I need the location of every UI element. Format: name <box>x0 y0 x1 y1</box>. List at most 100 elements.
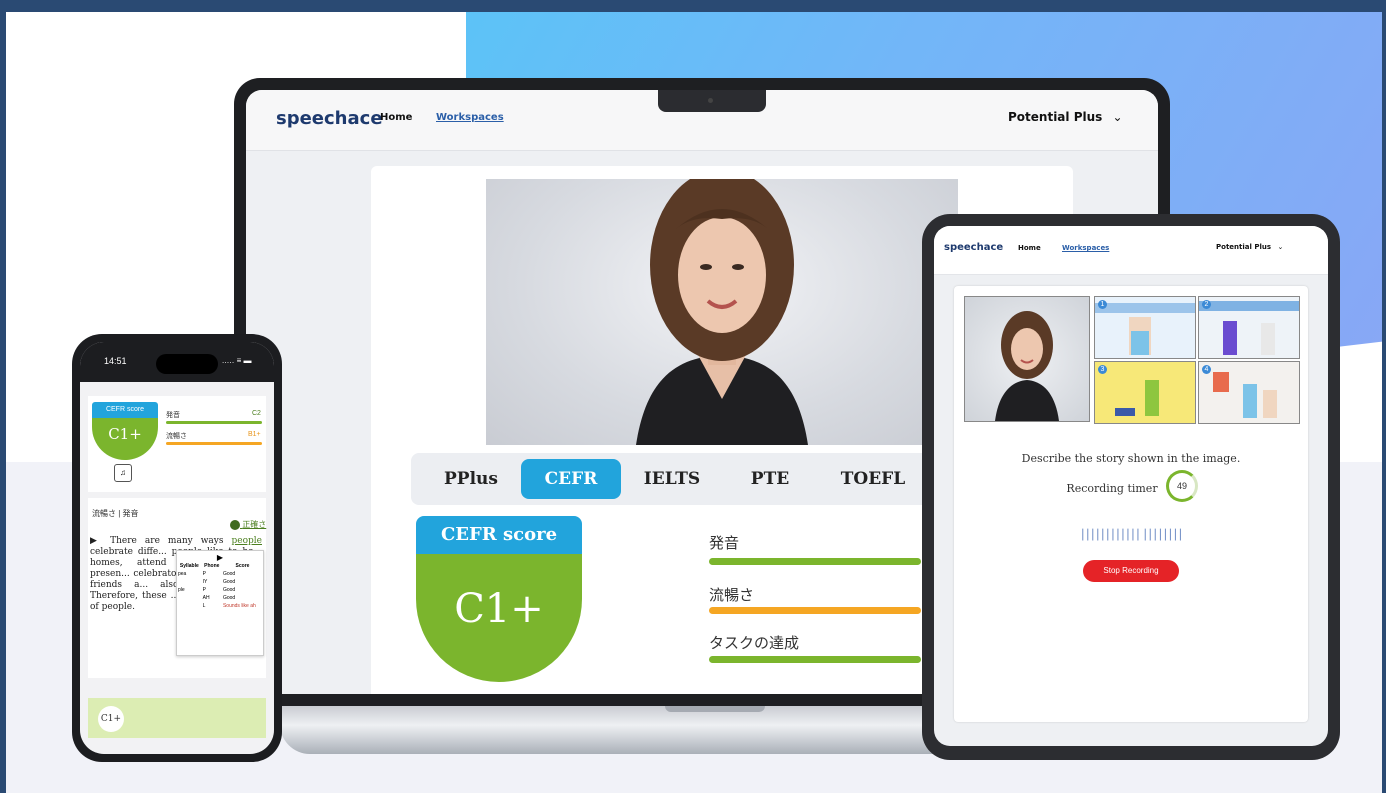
header-syllable: Syllable <box>179 563 199 569</box>
camera-icon <box>708 98 713 103</box>
nav-workspaces[interactable]: Workspaces <box>436 112 504 123</box>
cefr-score-value: C1+ <box>416 554 582 682</box>
table-row: IY Good <box>177 578 263 586</box>
tab-pplus[interactable]: PPlus <box>425 459 517 499</box>
panel-number-1: 1 <box>1098 300 1107 309</box>
phone-metric-pronunciation-bar <box>166 421 262 424</box>
story-illustration-3 <box>1115 380 1159 416</box>
cell: Good <box>222 595 236 601</box>
tablet-logo[interactable]: speechace <box>944 242 1003 253</box>
cell: P <box>202 587 206 593</box>
tab-toefl[interactable]: TOEFL <box>825 459 921 499</box>
tablet: speechace Home Workspaces Potential Plus… <box>922 214 1340 760</box>
cell: Good <box>222 571 236 577</box>
avatar-thumbnail-art <box>995 311 1059 421</box>
logo-text: speechace <box>276 108 383 129</box>
status-icons: ..… ≡ ▬ <box>222 356 252 365</box>
panel-number-2: 2 <box>1202 300 1211 309</box>
nav-home[interactable]: Home <box>380 112 412 123</box>
cell: AH <box>202 595 210 601</box>
avatar-thumbnail <box>964 296 1090 422</box>
header-score: Score <box>235 563 250 569</box>
metric-pronunciation-label: 発音 <box>709 535 740 552</box>
metric-pronunciation-bar <box>709 558 921 565</box>
phoneme-table-header: Syllable Phone Score <box>177 562 263 570</box>
cell <box>177 602 202 610</box>
page-frame: speechace Home Workspaces Potential Plus… <box>0 0 1386 793</box>
cell: Sounds like ah <box>222 603 256 609</box>
camera-notch <box>658 90 766 112</box>
task-prompt: Describe the story shown in the image. <box>1021 452 1241 465</box>
phone: 14:51 ..… ≡ ▬ CEFR score C1+ 発音 C2 流暢さ B… <box>72 334 282 762</box>
account-name: Potential Plus <box>1008 110 1103 124</box>
speaker-icon[interactable]: ♫ <box>114 464 132 482</box>
phone-metric-pronunciation-level: C2 <box>252 410 261 417</box>
table-row: AH Good <box>177 594 263 602</box>
header-phone: Phone <box>204 563 220 569</box>
story-illustration-1 <box>1095 303 1195 355</box>
table-row: L Sounds like ah <box>177 602 263 610</box>
cell: Good <box>222 587 236 593</box>
story-panel-1: 1 <box>1094 296 1196 359</box>
panel-number-3: 3 <box>1098 365 1107 374</box>
recording-timer-value: 49 <box>1166 470 1198 502</box>
tablet-nav-home[interactable]: Home <box>1018 244 1041 252</box>
phone-section-title: 流暢さ | 発音 <box>92 509 139 518</box>
cell: Good <box>222 579 236 585</box>
accuracy-badge[interactable]: 正確さ <box>230 519 266 530</box>
phone-metric-fluency-label: 流暢さ <box>166 433 187 440</box>
phoneme-popup: ▶ Syllable Phone Score pea P Good IY Good p… <box>176 550 264 656</box>
phone-metric-pronunciation-label: 発音 <box>166 412 180 419</box>
story-panel-3: 3 <box>1094 361 1196 424</box>
status-time: 14:51 <box>104 356 127 366</box>
passage-part-1: There are many ways <box>110 536 232 546</box>
passage-part-4: of people. <box>90 602 135 612</box>
tablet-nav: speechace Home Workspaces Potential Plus… <box>934 226 1328 275</box>
story-illustration-4 <box>1213 372 1277 418</box>
play-icon[interactable]: ▶ <box>90 536 102 546</box>
tab-cefr[interactable]: CEFR <box>521 459 621 499</box>
audio-waveform: ││││││││││││ ││││││││ <box>1079 530 1184 541</box>
phoneme-table: Syllable Phone Score pea P Good IY Good ple… <box>177 562 263 610</box>
stop-recording-button[interactable]: Stop Recording <box>1083 560 1179 582</box>
tablet-screen: speechace Home Workspaces Potential Plus… <box>934 226 1328 746</box>
avatar-video[interactable] <box>486 179 958 445</box>
account-menu[interactable]: Potential Plus ⌄ <box>1008 110 1123 124</box>
cell <box>177 578 202 586</box>
laptop-base-notch <box>665 706 765 712</box>
check-circle-icon <box>230 519 240 530</box>
chevron-down-icon: ⌄ <box>1277 243 1284 251</box>
tablet-nav-workspaces[interactable]: Workspaces <box>1062 244 1109 252</box>
metric-task-bar <box>709 656 921 663</box>
table-row: pea P Good <box>177 570 263 578</box>
tab-pte[interactable]: PTE <box>725 459 815 499</box>
story-panel-2: 2 <box>1198 296 1300 359</box>
chevron-down-icon: ⌄ <box>1112 110 1123 124</box>
tab-ielts[interactable]: IELTS <box>627 459 717 499</box>
passage-word-people[interactable]: people <box>232 536 262 546</box>
tablet-account-name: Potential Plus <box>1216 243 1272 251</box>
cell: pea <box>178 571 187 577</box>
story-panel-4: 4 <box>1198 361 1300 424</box>
speaking-task-card: 1 2 3 4 Describe the story shown in the … <box>954 286 1308 722</box>
cefr-score-header: CEFR score <box>416 516 582 554</box>
cell <box>177 594 202 602</box>
cell: IY <box>202 579 208 585</box>
panel-number-4: 4 <box>1202 365 1211 374</box>
table-row: ple P Good <box>177 586 263 594</box>
phone-metric-fluency-level: B1+ <box>248 431 261 438</box>
phone-cefr-header: CEFR score <box>92 402 158 418</box>
cell: L <box>202 603 206 609</box>
phone-metric-fluency-bar <box>166 442 262 445</box>
phone-screen: 14:51 ..… ≡ ▬ CEFR score C1+ 発音 C2 流暢さ B… <box>80 342 274 754</box>
exam-tabs: PPlus CEFR IELTS PTE TOEFL <box>411 453 931 505</box>
accuracy-badge-label: 正確さ <box>242 520 267 529</box>
metric-fluency-bar <box>709 607 921 614</box>
cell: P <box>202 571 206 577</box>
avatar-illustration <box>636 179 808 445</box>
popup-play-icon[interactable]: ▶ <box>177 553 263 562</box>
story-illustration-2 <box>1199 301 1299 355</box>
dynamic-island <box>156 354 218 374</box>
tablet-account-menu[interactable]: Potential Plus ⌄ <box>1216 243 1283 251</box>
speechace-logo[interactable]: speechace <box>276 108 383 129</box>
